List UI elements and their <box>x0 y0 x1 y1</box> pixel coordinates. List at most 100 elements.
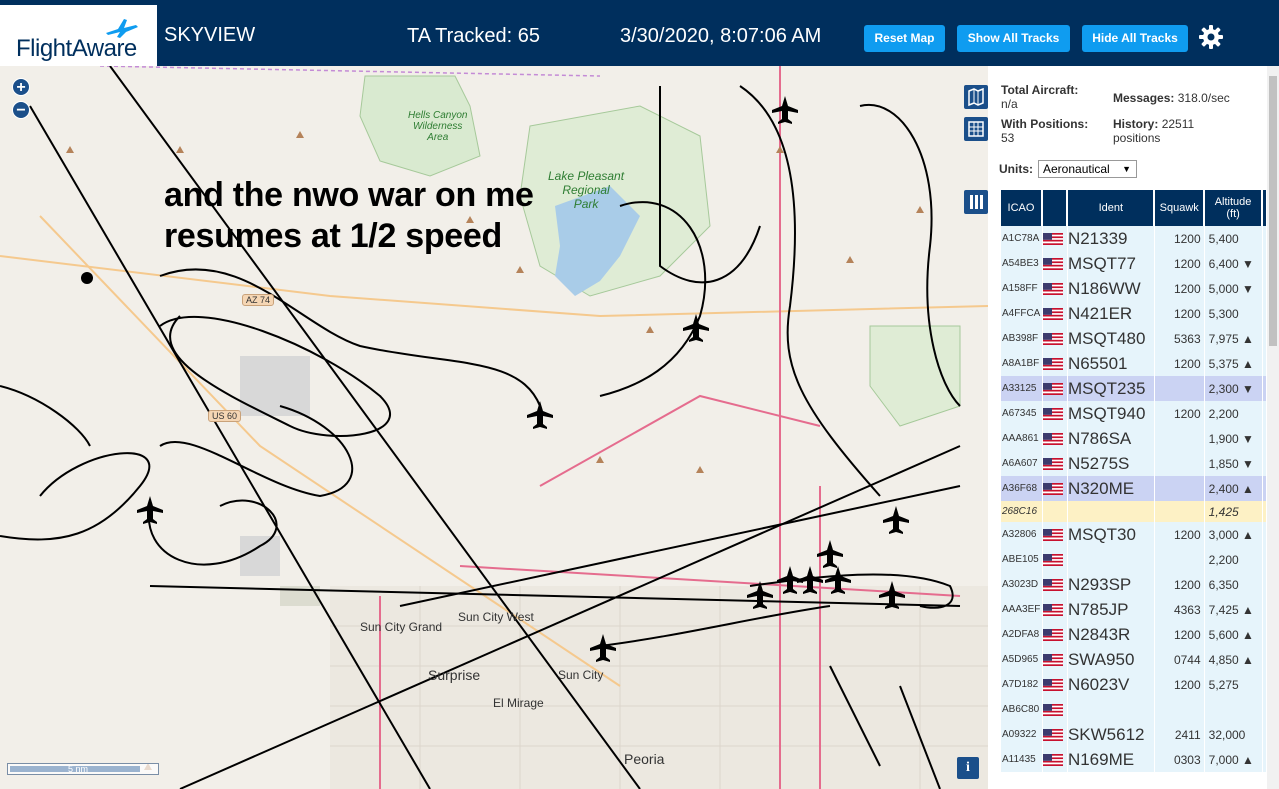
table-row[interactable]: AAA3EF N785JP 4363 7,425 ▲ <box>1000 597 1266 622</box>
cell-altitude: 5,375 ▲ <box>1203 351 1262 376</box>
cell-flag <box>1041 672 1068 697</box>
reset-map-button[interactable]: Reset Map <box>864 25 945 52</box>
flightaware-logo[interactable]: FlightAware <box>0 5 157 66</box>
cell-pad <box>1261 376 1266 401</box>
us-flag-icon <box>1042 579 1063 592</box>
table-row[interactable]: AAA861 N786SA 1,900 ▼ <box>1000 426 1266 451</box>
table-row[interactable]: A2DFA8 N2843R 1200 5,600 ▲ <box>1000 622 1266 647</box>
cell-ident: N2843R <box>1066 622 1155 647</box>
table-row[interactable]: AB6C80 <box>1000 697 1266 722</box>
cell-icao: A8A1BF <box>1000 351 1043 376</box>
gear-icon[interactable] <box>1198 24 1224 50</box>
units-select[interactable]: Aeronautical ▼ <box>1038 160 1137 178</box>
table-row[interactable]: A6A607 N5275S 1,850 ▼ <box>1000 451 1266 476</box>
cell-flag <box>1041 376 1068 401</box>
messages-stat: Messages: 318.0/sec <box>1113 91 1230 105</box>
us-flag-icon <box>1042 283 1063 296</box>
cell-altitude: 2,200 <box>1203 547 1262 572</box>
cell-icao: A158FF <box>1000 276 1043 301</box>
cell-squawk <box>1153 376 1205 401</box>
cell-icao: A6A607 <box>1000 451 1043 476</box>
cell-squawk <box>1153 426 1205 451</box>
cell-squawk: 1200 <box>1153 522 1205 547</box>
column-header-ident[interactable]: Ident <box>1066 190 1155 226</box>
table-row[interactable]: AB398F MSQT480 5363 7,975 ▲ <box>1000 326 1266 351</box>
table-row[interactable]: A4FFCA N421ER 1200 5,300 <box>1000 301 1266 326</box>
map-view[interactable]: + − and the nwo war on me resumes at 1/2… <box>0 66 988 789</box>
cell-altitude: 1,850 ▼ <box>1203 451 1262 476</box>
us-flag-icon <box>1042 679 1063 692</box>
cell-squawk: 1200 <box>1153 301 1205 326</box>
cell-icao: A7D182 <box>1000 672 1043 697</box>
cell-altitude: 1,425 <box>1203 501 1262 522</box>
table-row[interactable]: 268C16 1,425 <box>1000 501 1266 522</box>
columns-icon[interactable] <box>964 190 988 214</box>
aircraft-table-container: ICAO Ident Squawk Altitude (ft) A1C78A N2… <box>1000 190 1266 772</box>
table-row[interactable]: A32806 MSQT30 1200 3,000 ▲ <box>1000 522 1266 547</box>
cell-altitude: 6,350 <box>1203 572 1262 597</box>
cell-altitude: 7,425 ▲ <box>1203 597 1262 622</box>
grid-icon[interactable] <box>964 117 988 141</box>
cell-altitude: 32,000 <box>1203 722 1262 747</box>
cell-squawk: 1200 <box>1153 251 1205 276</box>
us-flag-icon <box>1042 704 1063 717</box>
table-row[interactable]: A36F68 N320ME 2,400 ▲ <box>1000 476 1266 501</box>
history-stat: History: 22511 positions <box>1113 117 1194 145</box>
column-header-squawk[interactable]: Squawk <box>1153 190 1205 226</box>
park-label-hells-canyon: Hells Canyon Wilderness Area <box>408 110 468 143</box>
table-row[interactable]: A3023D N293SP 1200 6,350 <box>1000 572 1266 597</box>
cell-pad <box>1261 747 1266 772</box>
table-row[interactable]: ABE105 2,200 <box>1000 547 1266 572</box>
cell-icao: A4FFCA <box>1000 301 1043 326</box>
app-title: SKYVIEW <box>164 24 256 46</box>
us-flag-icon <box>1042 754 1063 767</box>
total-aircraft-label: Total Aircraft: <box>1001 83 1079 97</box>
cell-squawk: 1200 <box>1153 572 1205 597</box>
cell-altitude: 2,200 <box>1203 401 1262 426</box>
table-row[interactable]: A54BE3 MSQT77 1200 6,400 ▼ <box>1000 251 1266 276</box>
table-row[interactable]: A8A1BF N65501 1200 5,375 ▲ <box>1000 351 1266 376</box>
hide-all-tracks-button[interactable]: Hide All Tracks <box>1082 25 1188 52</box>
us-flag-icon <box>1042 433 1063 446</box>
map-layers-icon[interactable] <box>964 85 988 109</box>
table-row[interactable]: A09322 SKW5612 2411 32,000 <box>1000 722 1266 747</box>
cell-ident: N320ME <box>1066 476 1155 501</box>
sidebar-scrollbar-thumb[interactable] <box>1269 76 1277 346</box>
zoom-in-button[interactable]: + <box>12 78 30 96</box>
column-header-flag[interactable] <box>1041 190 1068 226</box>
table-row[interactable]: A11435 N169ME 0303 7,000 ▲ <box>1000 747 1266 772</box>
with-positions-stat: With Positions: 53 <box>1001 117 1088 145</box>
show-all-tracks-button[interactable]: Show All Tracks <box>957 25 1070 52</box>
us-flag-icon <box>1042 383 1063 396</box>
cell-icao: 268C16 <box>1000 501 1043 522</box>
column-header-altitude[interactable]: Altitude (ft) <box>1203 190 1262 226</box>
cell-squawk: 1200 <box>1153 226 1205 251</box>
table-row[interactable]: A5D965 SWA950 0744 4,850 ▲ <box>1000 647 1266 672</box>
table-row[interactable]: A1C78A N21339 1200 5,400 <box>1000 226 1266 251</box>
units-label: Units: <box>999 162 1033 176</box>
us-flag-icon <box>1042 458 1063 471</box>
aircraft-table: ICAO Ident Squawk Altitude (ft) A1C78A N2… <box>1000 190 1266 772</box>
place-label: Surprise <box>428 667 481 683</box>
cell-icao: A5D965 <box>1000 647 1043 672</box>
cell-pad <box>1261 622 1266 647</box>
table-row[interactable]: A67345 MSQT940 1200 2,200 <box>1000 401 1266 426</box>
table-row[interactable]: A7D182 N6023V 1200 5,275 <box>1000 672 1266 697</box>
cell-flag <box>1041 251 1068 276</box>
altitude-header-label: Altitude <box>1214 196 1252 208</box>
cell-altitude: 7,000 ▲ <box>1203 747 1262 772</box>
table-row[interactable]: A33125 MSQT235 2,300 ▼ <box>1000 376 1266 401</box>
table-row[interactable]: A158FF N186WW 1200 5,000 ▼ <box>1000 276 1266 301</box>
cell-ident: N421ER <box>1066 301 1155 326</box>
cell-ident: N6023V <box>1066 672 1155 697</box>
info-button[interactable]: i <box>957 757 979 779</box>
cell-pad <box>1261 597 1266 622</box>
column-header-icao[interactable]: ICAO <box>1000 190 1043 226</box>
cell-flag <box>1041 226 1068 251</box>
cell-pad <box>1261 301 1266 326</box>
cell-icao: A36F68 <box>1000 476 1043 501</box>
table-header-row: ICAO Ident Squawk Altitude (ft) <box>1000 190 1266 226</box>
zoom-out-button[interactable]: − <box>12 101 30 119</box>
cell-ident: MSQT30 <box>1066 522 1155 547</box>
cell-ident: N5275S <box>1066 451 1155 476</box>
